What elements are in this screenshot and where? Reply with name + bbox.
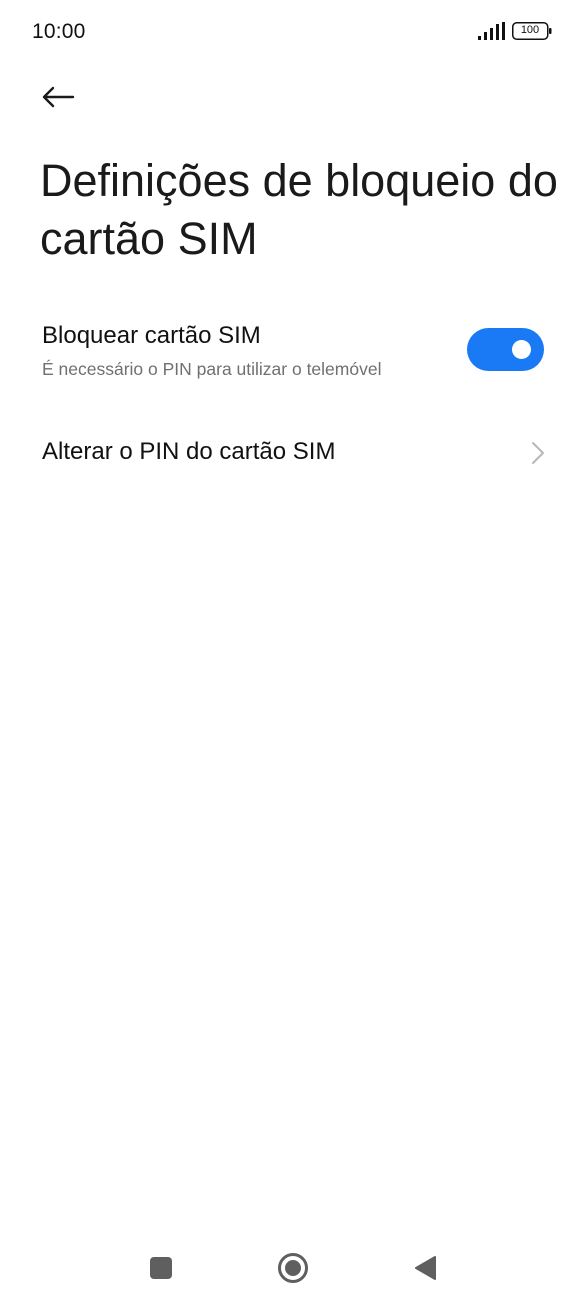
lock-sim-subtitle: É necessário o PIN para utilizar o telem… <box>42 359 382 379</box>
home-circle-icon[interactable] <box>277 1252 309 1284</box>
change-pin-row[interactable]: Alterar o PIN do cartão SIM <box>0 418 587 488</box>
lock-sim-row[interactable]: Bloquear cartão SIM É necessário o PIN p… <box>0 308 587 404</box>
recents-square-icon[interactable] <box>150 1257 172 1279</box>
back-button[interactable] <box>34 76 84 120</box>
system-nav-bar <box>0 1230 587 1306</box>
chevron-right-icon <box>532 442 544 464</box>
lock-sim-title: Bloquear cartão SIM <box>42 322 261 349</box>
toggle-knob <box>512 340 531 359</box>
status-bar: 10:00 100 <box>0 0 587 64</box>
change-pin-title: Alterar o PIN do cartão SIM <box>42 438 336 465</box>
status-time: 10:00 <box>32 20 86 43</box>
signal-icon <box>478 22 505 40</box>
lock-sim-toggle[interactable] <box>467 328 544 371</box>
back-triangle-icon[interactable] <box>413 1255 437 1281</box>
battery-level: 100 <box>520 24 540 36</box>
arrow-left-icon <box>42 86 75 108</box>
page-title: Definições de bloqueio do cartão SIM <box>40 155 558 264</box>
